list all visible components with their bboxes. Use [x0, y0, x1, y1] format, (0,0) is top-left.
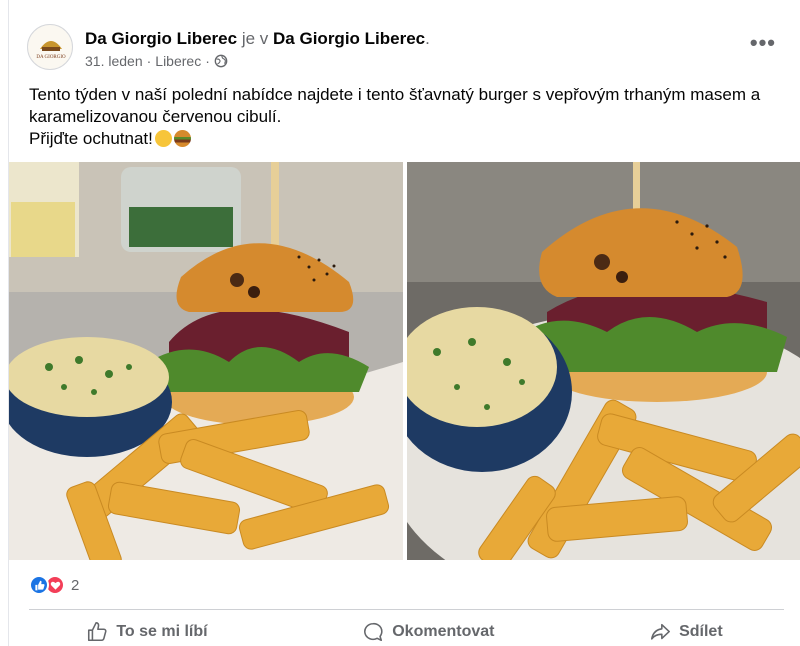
like-button[interactable]: To se mi líbí — [66, 618, 227, 646]
burger-photo-1[interactable] — [9, 162, 403, 560]
connector-text: je v — [241, 29, 269, 48]
post-date-link[interactable]: 31. leden — [85, 53, 143, 69]
post-actions-bar: To se mi líbí Okomentovat Sdílet — [9, 618, 800, 646]
post-header: DA GIORGIO Da Giorgio Liberec je v Da Gi… — [27, 24, 786, 72]
logo-text: DA GIORGIO — [36, 55, 66, 60]
thumbs-up-icon — [88, 622, 107, 642]
place-link[interactable]: Liberec — [155, 53, 201, 69]
more-options-button[interactable]: ••• — [750, 30, 776, 56]
separator: · — [205, 53, 210, 69]
feed-post: DA GIORGIO Da Giorgio Liberec je v Da Gi… — [8, 0, 800, 646]
da-giorgio-logo: DA GIORGIO — [36, 41, 66, 60]
share-button[interactable]: Sdílet — [629, 618, 743, 646]
comment-label: Okomentovat — [392, 623, 495, 640]
share-icon — [651, 623, 671, 640]
post-title-line: Da Giorgio Liberec je v Da Giorgio Liber… — [85, 28, 430, 50]
hamburger-emoji-icon — [173, 130, 191, 147]
post-text-body: Tento týden v naší polední nabídce najde… — [29, 85, 761, 126]
reactions-summary[interactable]: 2 — [29, 574, 79, 596]
photo-grid — [9, 162, 800, 560]
post-text: Tento týden v naší polední nabídce najde… — [29, 84, 799, 150]
trailing-dot: . — [425, 29, 430, 48]
burger-photo-1-image — [9, 162, 403, 560]
post-text-cta-label: Přijďte ochutnat! — [29, 129, 153, 148]
burger-photo-2[interactable] — [407, 162, 800, 560]
page-name-link[interactable]: Da Giorgio Liberec — [85, 29, 237, 48]
actions-divider — [29, 609, 784, 610]
smiling-face-emoji-icon — [154, 130, 172, 147]
like-label: To se mi líbí — [116, 623, 208, 640]
like-reaction-icon — [29, 575, 49, 595]
comment-icon — [364, 622, 383, 642]
separator: · — [146, 53, 152, 69]
post-meta: Da Giorgio Liberec je v Da Giorgio Liber… — [85, 24, 430, 69]
comment-button[interactable]: Okomentovat — [342, 618, 514, 646]
page-avatar[interactable]: DA GIORGIO — [27, 24, 73, 70]
reaction-count: 2 — [71, 576, 80, 594]
share-label: Sdílet — [679, 623, 723, 640]
globe-icon[interactable] — [214, 54, 228, 68]
post-subline: 31. leden · Liberec · — [85, 53, 430, 69]
burger-photo-2-image — [407, 162, 800, 560]
post-text-cta: Přijďte ochutnat! — [29, 128, 799, 150]
location-link[interactable]: Da Giorgio Liberec — [273, 29, 425, 48]
